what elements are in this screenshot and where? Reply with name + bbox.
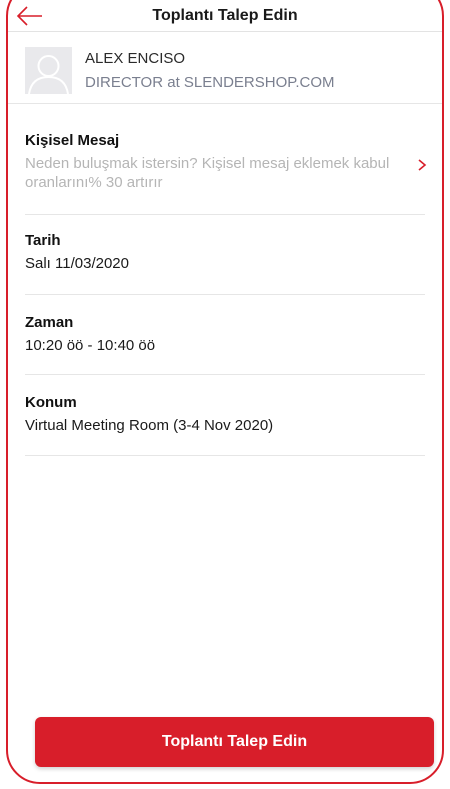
location-row[interactable]: Konum Virtual Meeting Room (3-4 Nov 2020…	[25, 394, 425, 456]
top-bar: Toplantı Talep Edin	[8, 2, 442, 32]
page-title: Toplantı Talep Edin	[152, 7, 298, 24]
attendee-name: ALEX ENCISO	[85, 50, 186, 67]
personal-message-label: Kişisel Mesaj	[25, 132, 120, 149]
location-value: Virtual Meeting Room (3-4 Nov 2020)	[25, 417, 274, 434]
request-meeting-button[interactable]: Toplantı Talep Edin	[35, 717, 434, 767]
app-frame: Toplantı Talep Edin ALEX ENCISO DIRECTOR…	[6, 0, 444, 784]
avatar	[25, 47, 72, 94]
date-value: Salı 11/03/2020	[25, 255, 129, 272]
attendee-job-title: DIRECTOR at SLENDERSHOP.COM	[85, 74, 335, 91]
time-row[interactable]: Zaman 10:20 öö - 10:40 öö	[25, 314, 425, 375]
time-value: 10:20 öö - 10:40 öö	[25, 337, 156, 354]
chevron-right-icon	[418, 159, 427, 171]
personal-message-row[interactable]: Kişisel Mesaj Neden buluşmak istersin? K…	[25, 132, 427, 215]
personal-message-placeholder: Neden buluşmak istersin? Kişisel mesaj e…	[25, 155, 390, 191]
user-avatar-placeholder-icon	[25, 47, 72, 94]
date-row[interactable]: Tarih Salı 11/03/2020	[25, 232, 425, 295]
location-label: Konum	[25, 394, 77, 411]
time-label: Zaman	[25, 314, 74, 331]
date-label: Tarih	[25, 232, 61, 249]
attendee-card[interactable]: ALEX ENCISO DIRECTOR at SLENDERSHOP.COM	[8, 32, 442, 104]
